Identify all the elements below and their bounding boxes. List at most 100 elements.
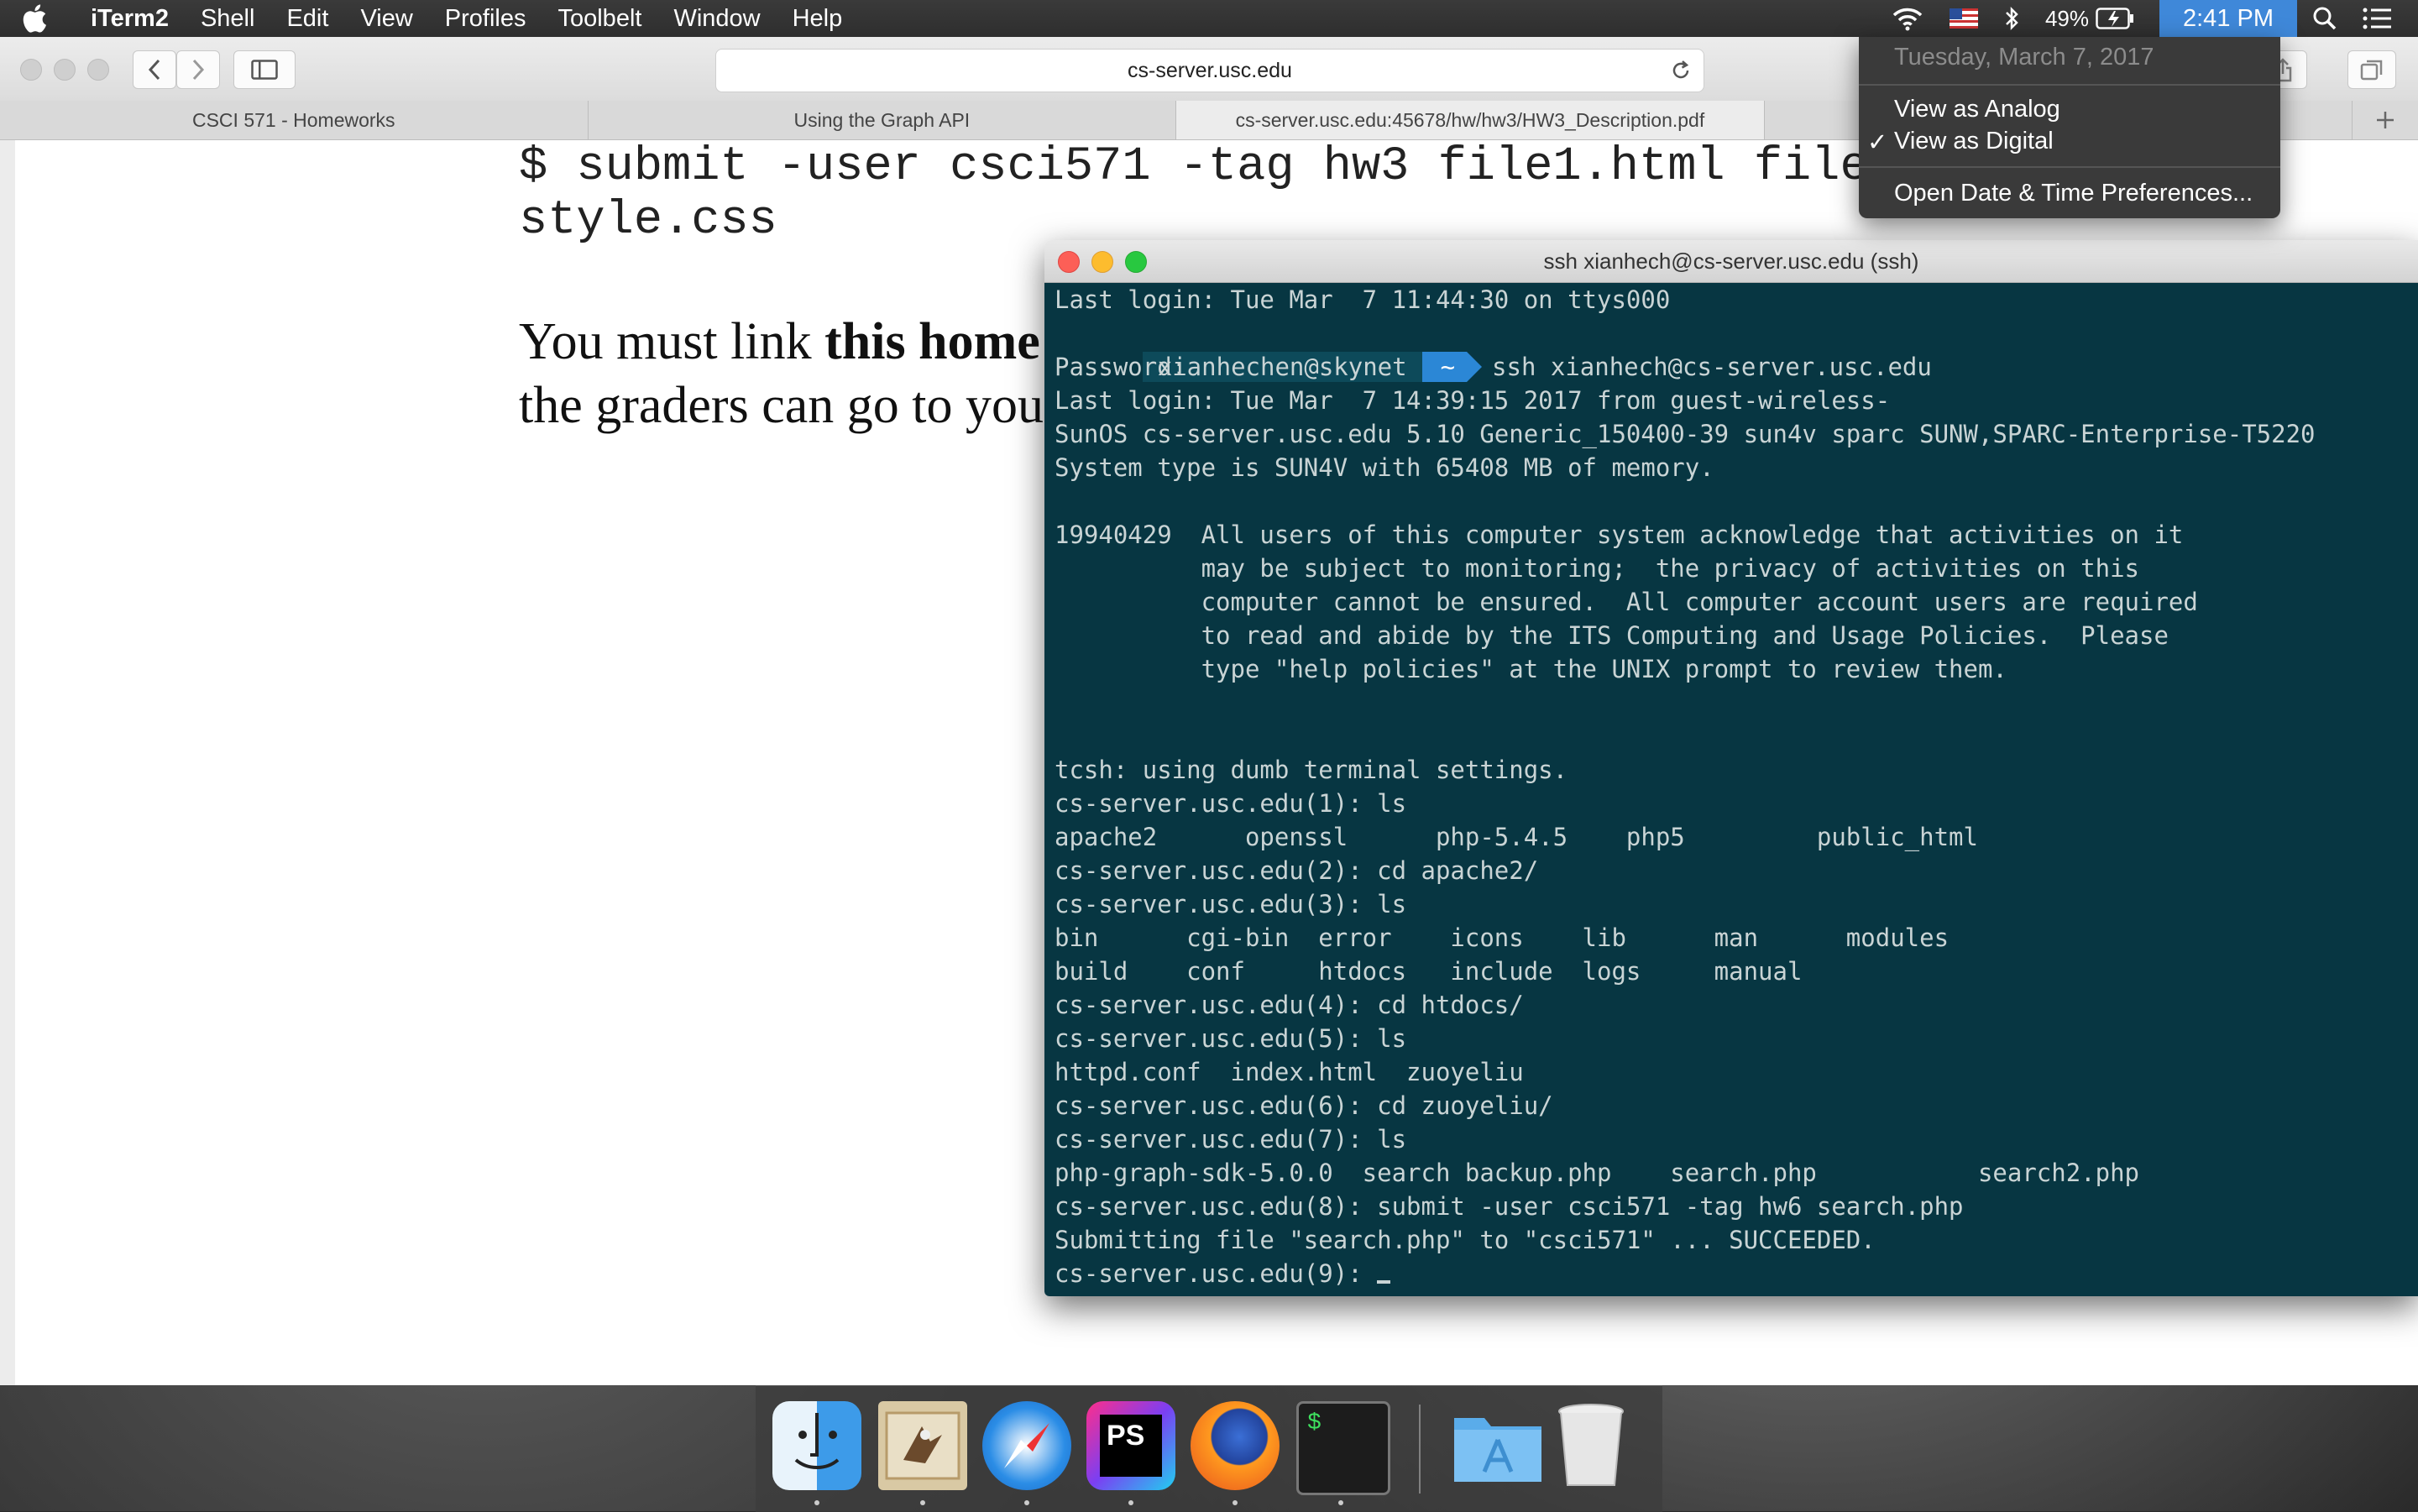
menu-separator — [1859, 84, 2280, 86]
terminal-line: computer cannot be ensured. All computer… — [1055, 588, 2198, 616]
iterm-window: ssh xianhech@cs-server.usc.edu (ssh) Las… — [1044, 240, 2418, 1296]
menu-app-name[interactable]: iTerm2 — [91, 5, 169, 33]
applications-folder-icon[interactable] — [1451, 1401, 1541, 1490]
battery-percent: 49% — [2044, 5, 2089, 31]
terminal-line: to read and abide by the ITS Computing a… — [1055, 621, 2169, 650]
notification-center-icon[interactable] — [2363, 7, 2393, 30]
terminal-output[interactable]: Last login: Tue Mar 7 11:44:30 on ttys00… — [1044, 283, 2418, 1296]
finder-icon[interactable] — [772, 1401, 861, 1490]
dock: PS $ — [756, 1385, 1662, 1512]
tabs-icon — [2360, 60, 2383, 81]
spotlight-search-icon[interactable] — [2312, 6, 2337, 31]
running-indicator — [1233, 1500, 1238, 1505]
bluetooth-icon[interactable] — [2003, 6, 2020, 31]
running-indicator — [1024, 1500, 1029, 1505]
back-button[interactable] — [133, 50, 176, 89]
view-as-digital-item[interactable]: ✓ View as Digital — [1867, 128, 2054, 156]
tab-csci571-homeworks[interactable]: CSCI 571 - Homeworks — [0, 101, 589, 139]
menu-help[interactable]: Help — [793, 5, 843, 33]
terminal-line: cs-server.usc.edu(1): ls — [1055, 789, 1407, 818]
new-tab-button[interactable] — [2353, 101, 2418, 139]
input-source-flag-icon[interactable] — [1949, 8, 1978, 29]
clock-menu-item[interactable]: 2:41 PM — [2159, 0, 2297, 37]
menu-toolbelt[interactable]: Toolbelt — [557, 5, 641, 33]
view-as-digital-label: View as Digital — [1894, 128, 2054, 154]
terminal-title: ssh xianhech@cs-server.usc.edu (ssh) — [1543, 248, 1919, 274]
terminal-line: cs-server.usc.edu(3): ls — [1055, 890, 1407, 918]
view-as-analog-item[interactable]: View as Analog — [1894, 96, 2060, 123]
menu-profiles[interactable]: Profiles — [445, 5, 526, 33]
wifi-icon[interactable] — [1891, 6, 1924, 31]
terminal-line: tcsh: using dumb terminal settings. — [1055, 756, 1568, 784]
terminal-line: may be subject to monitoring; the privac… — [1055, 554, 2140, 583]
address-bar-url: cs-server.usc.edu — [1128, 58, 1292, 82]
terminal-line: SunOS cs-server.usc.edu 5.10 Generic_150… — [1055, 420, 2316, 448]
running-indicator — [920, 1500, 925, 1505]
terminal-close-button[interactable] — [1058, 251, 1080, 273]
submit-command-line-2: style.css — [519, 194, 777, 248]
terminal-line: cs-server.usc.edu(7): ls — [1055, 1125, 1407, 1154]
reload-icon[interactable] — [1670, 60, 1692, 87]
terminal-prompt-line: xianhechen@skynet ~ ssh xianhech@cs-server… — [1055, 317, 1932, 382]
terminal-line: Last login: Tue Mar 7 14:39:15 2017 from… — [1055, 386, 1891, 415]
forward-button[interactable] — [176, 50, 220, 89]
paragraph-text-pre: You must link — [519, 313, 825, 370]
mail-icon[interactable] — [878, 1401, 967, 1490]
battery-status[interactable]: 49% — [2045, 6, 2134, 32]
clock-dropdown-menu: Tuesday, March 7, 2017 View as Analog ✓ … — [1859, 37, 2280, 218]
terminal-line: 19940429 All users of this computer syst… — [1055, 521, 2184, 549]
paragraph-text-bold: this home — [824, 313, 1040, 370]
terminal-line: cs-server.usc.edu(5): ls — [1055, 1024, 1407, 1053]
terminal-icon[interactable]: $ — [1296, 1401, 1390, 1495]
terminal-line: Last login: Tue Mar 7 11:44:30 on ttys00… — [1055, 285, 1671, 314]
terminal-minimize-button[interactable] — [1091, 251, 1113, 273]
terminal-line: php-graph-sdk-5.0.0 search backup.php se… — [1055, 1159, 2140, 1187]
safari-icon[interactable] — [982, 1401, 1071, 1490]
terminal-zoom-button[interactable] — [1125, 251, 1147, 273]
terminal-line: type "help policies" at the UNIX prompt … — [1055, 655, 2007, 683]
text-cursor — [1377, 1280, 1391, 1284]
plus-icon — [2377, 112, 2394, 128]
terminal-line: cs-server.usc.edu(8): submit -user csci5… — [1055, 1192, 1964, 1221]
window-zoom-button[interactable] — [87, 59, 109, 81]
submit-command-line-1: $ submit -user csci571 -tag hw3 file1.ht… — [519, 140, 1897, 194]
menu-separator — [1859, 166, 2280, 168]
terminal-prompt-text: cs-server.usc.edu(9): — [1055, 1259, 1378, 1288]
terminal-title-bar[interactable]: ssh xianhech@cs-server.usc.edu (ssh) — [1044, 240, 2418, 283]
prompt-command: ssh xianhech@cs-server.usc.edu — [1492, 353, 1932, 381]
tab-graph-api[interactable]: Using the Graph API — [589, 101, 1177, 139]
terminal-line: cs-server.usc.edu(4): cd htdocs/ — [1055, 991, 1524, 1019]
terminal-line: Submitting file "search.php" to "csci571… — [1055, 1226, 1876, 1254]
instruction-paragraph: You must link this home the graders can … — [519, 310, 1044, 437]
apple-menu-icon[interactable] — [22, 4, 69, 33]
tab-hw3-description[interactable]: cs-server.usc.edu:45678/hw/hw3/HW3_Descr… — [1176, 101, 1765, 139]
running-indicator — [1338, 1500, 1343, 1505]
tab-overview-button[interactable] — [2347, 50, 2396, 89]
sidebar-icon — [251, 60, 278, 80]
clock-menu-date: Tuesday, March 7, 2017 — [1894, 44, 2154, 71]
terminal-line: bin cgi-bin error icons lib man modules — [1055, 923, 1950, 952]
submit-command-text: $ submit -user csci571 -tag hw3 file1.ht… — [519, 140, 1897, 248]
chevron-left-icon — [148, 59, 160, 81]
address-bar[interactable]: cs-server.usc.edu — [715, 49, 1704, 92]
menu-edit[interactable]: Edit — [286, 5, 328, 33]
terminal-line: httpd.conf index.html zuoyeliu — [1055, 1058, 1524, 1086]
prompt-dir-segment: ~ — [1421, 352, 1483, 382]
menu-shell[interactable]: Shell — [201, 5, 255, 33]
terminal-current-prompt: cs-server.usc.edu(9): — [1055, 1257, 1391, 1290]
sidebar-toggle-button[interactable] — [233, 50, 296, 89]
chevron-right-icon — [192, 59, 205, 81]
menu-view[interactable]: View — [360, 5, 412, 33]
open-date-time-preferences-item[interactable]: Open Date & Time Preferences... — [1894, 180, 2253, 207]
window-minimize-button[interactable] — [54, 59, 76, 81]
menu-window[interactable]: Window — [673, 5, 760, 33]
terminal-line: Password: — [1055, 353, 1187, 381]
terminal-line: cs-server.usc.edu(2): cd apache2/ — [1055, 856, 1539, 885]
phpstorm-icon[interactable]: PS — [1086, 1401, 1175, 1490]
trash-icon[interactable] — [1553, 1401, 1642, 1490]
checkmark-icon: ✓ — [1867, 129, 1888, 156]
terminal-line: cs-server.usc.edu(6): cd zuoyeliu/ — [1055, 1091, 1553, 1120]
firefox-icon[interactable] — [1191, 1401, 1280, 1490]
window-close-button[interactable] — [20, 59, 42, 81]
terminal-icon-label: $ — [1307, 1410, 1322, 1436]
